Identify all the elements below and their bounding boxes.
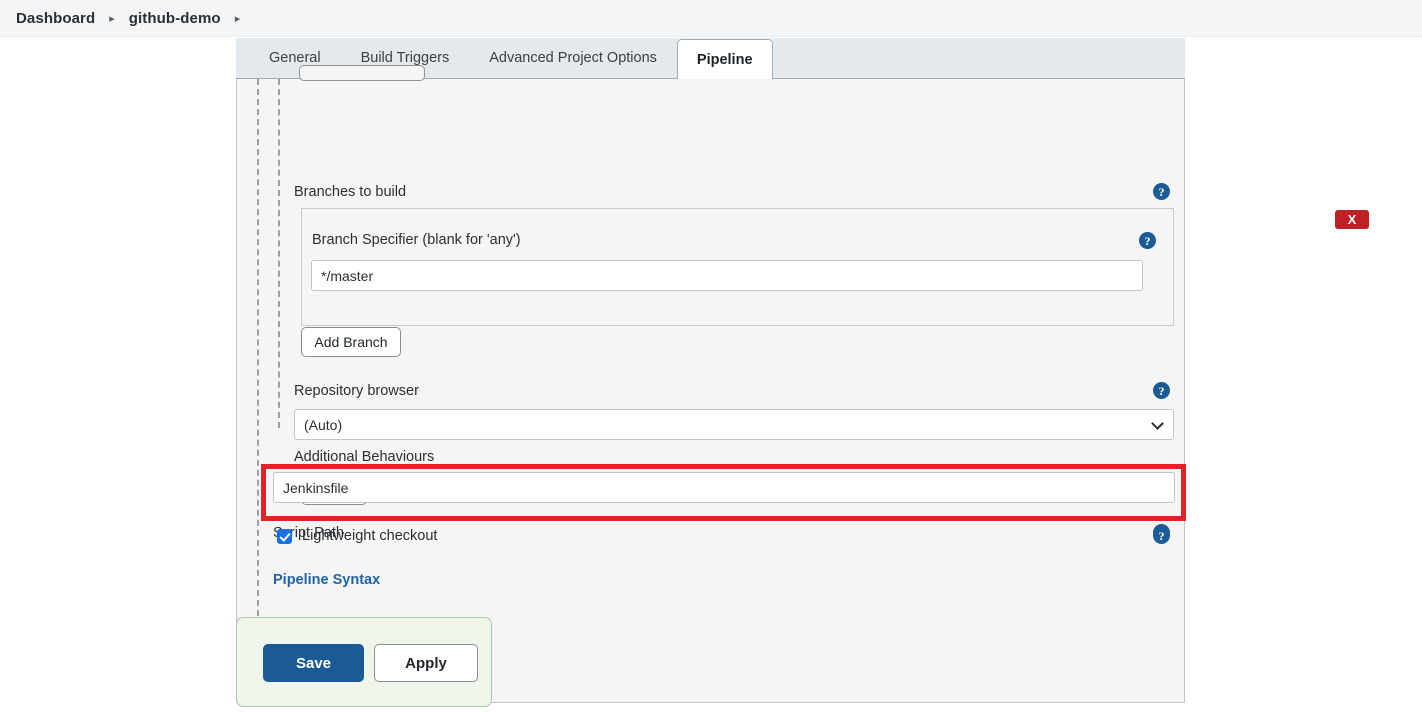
chevron-down-icon xyxy=(1151,417,1164,430)
scrolled-off-control[interactable] xyxy=(299,65,425,81)
breadcrumb-item-github-demo[interactable]: github-demo xyxy=(129,10,221,27)
apply-button[interactable]: Apply xyxy=(374,644,478,682)
breadcrumb-separator-1: ▸ xyxy=(109,12,115,25)
pipeline-config-panel: Branches to build ? Branch Specifier (bl… xyxy=(236,65,1369,703)
pipeline-syntax-link[interactable]: Pipeline Syntax xyxy=(273,572,380,588)
form-guide-line-inner xyxy=(278,79,280,428)
help-icon-branch-specifier[interactable]: ? xyxy=(1139,232,1156,249)
lightweight-checkout-checkbox[interactable] xyxy=(277,528,292,544)
form-guide-line-outer xyxy=(257,79,259,616)
branch-entry-block: Branch Specifier (blank for 'any') ? xyxy=(301,208,1174,326)
help-icon-repository-browser[interactable]: ? xyxy=(1153,382,1170,399)
repository-browser-label: Repository browser xyxy=(294,383,419,399)
branch-specifier-input[interactable] xyxy=(311,260,1143,291)
repository-browser-selected-value: (Auto) xyxy=(304,416,343,433)
form-footer-panel: Save Apply xyxy=(236,617,492,707)
tab-pipeline[interactable]: Pipeline xyxy=(676,39,773,79)
script-path-input[interactable] xyxy=(273,472,1175,503)
branch-specifier-label: Branch Specifier (blank for 'any') xyxy=(312,232,521,248)
save-button[interactable]: Save xyxy=(263,644,364,682)
lightweight-checkout-row[interactable]: Lightweight checkout xyxy=(277,528,437,544)
help-icon-branches-to-build[interactable]: ? xyxy=(1153,183,1170,200)
breadcrumb: Dashboard ▸ github-demo ▸ xyxy=(0,0,1422,37)
branches-to-build-label: Branches to build xyxy=(294,184,407,200)
tab-advanced-project-options[interactable]: Advanced Project Options xyxy=(469,37,677,78)
delete-branch-button[interactable]: X xyxy=(1335,210,1369,229)
repository-browser-select[interactable]: (Auto) xyxy=(294,409,1174,440)
breadcrumb-separator-2: ▸ xyxy=(234,12,241,25)
add-branch-button[interactable]: Add Branch xyxy=(301,327,401,357)
lightweight-checkout-label: Lightweight checkout xyxy=(302,528,438,544)
breadcrumb-item-dashboard[interactable]: Dashboard xyxy=(16,10,95,27)
additional-behaviours-label: Additional Behaviours xyxy=(294,449,435,465)
help-icon-lightweight-checkout[interactable]: ? xyxy=(1153,527,1170,544)
